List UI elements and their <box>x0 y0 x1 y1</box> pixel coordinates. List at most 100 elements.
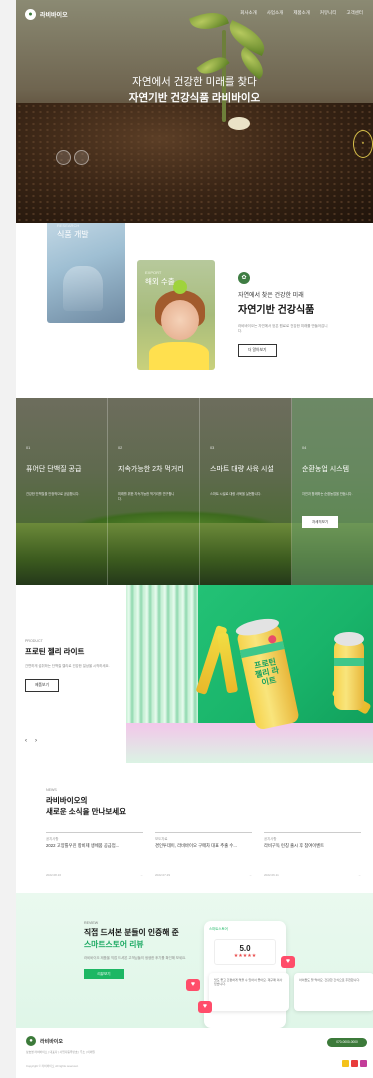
intro-description: 라비바이오는 자연에서 얻은 원료로 건강한 미래를 만들어갑니다. <box>238 324 328 333</box>
intro-subtitle: 자연에서 찾은 건강한 미래 <box>238 293 304 299</box>
footer-logo-text: 라비바이오 <box>40 1038 64 1045</box>
child-shirt <box>149 342 209 370</box>
product-description: 간편하게 섭취하는 단백질 젤리로 건강한 일상을 시작하세요. <box>25 664 110 668</box>
nav-item[interactable]: 사업소개 <box>267 10 284 16</box>
app-title: 스마트스토어 <box>209 927 228 931</box>
news-category: 공지사항 <box>46 837 59 841</box>
hero-slider-controls <box>56 150 89 165</box>
slider-prev-button[interactable] <box>56 150 71 165</box>
news-title: 라비구독 런칭 출시 후 참여이벤트 <box>264 843 325 848</box>
news-heading: NEWS 라비바이오의 새로운 소식을 만나보세요 <box>46 788 126 817</box>
lab-flask-image <box>63 266 103 311</box>
news-date: 2022.06.11 <box>264 873 279 877</box>
column-number: 01 <box>26 446 31 450</box>
news-title-1: 라비바이오의 <box>46 796 88 805</box>
arrow-right-icon: → <box>358 873 361 877</box>
product-label: PRODUCT <box>25 639 43 643</box>
nav-item[interactable]: 회사소개 <box>240 10 257 16</box>
heart-icon: ♥ <box>281 956 295 968</box>
column-description: 미래를 위한 지속가능한 먹거리를 연구합니다. <box>118 492 175 501</box>
youtube-icon[interactable] <box>351 1060 358 1067</box>
review-section: REVIEW 직접 드셔본 분들이 인증해 준 스마트스토어 리뷰 라비바이오 … <box>16 893 373 1028</box>
column-description: 건강한 단백질을 안정적으로 공급합니다. <box>26 492 80 496</box>
intro-section: RESEARCH 식품 개발 EXPORT 해외 수출 ✿ 자연에서 찾은 건강… <box>16 223 373 398</box>
hero-line-1: 자연에서 건강한 미래를 찾다 <box>132 76 257 88</box>
arrow-right-icon: → <box>140 873 143 877</box>
side-stamp-badge: ● <box>353 130 373 158</box>
business-section: 01 퓨어단 단백질 공급 건강한 단백질을 안정적으로 공급합니다. 02 지… <box>16 398 373 585</box>
main-nav: 회사소개 사업소개 제품소개 커뮤니티 고객센터 <box>240 10 363 16</box>
column-title: 스마트 대량 사육 시설 <box>210 466 274 473</box>
hero-section: ● 라비바이오 회사소개 사업소개 제품소개 커뮤니티 고객센터 자연에서 건강… <box>16 0 373 223</box>
product-copy: PRODUCT 프로틴 젤리 라이트 간편하게 섭취하는 단백질 젤리로 건강한… <box>25 639 120 692</box>
news-list: 공지사항 2022 고양틀우진 항비제 생체품 공급업... 2022.08.1… <box>46 832 361 877</box>
prev-arrow-icon[interactable]: ‹ <box>25 738 27 744</box>
review-copy: REVIEW 직접 드셔본 분들이 인증해 준 스마트스토어 리뷰 라비바이오 … <box>84 921 194 980</box>
slider-next-button[interactable] <box>74 150 89 165</box>
column-description: 스마트 시설로 대량 사육을 실현합니다. <box>210 492 262 496</box>
jelly-stick-image <box>216 632 239 694</box>
page: ● 라비바이오 회사소개 사업소개 제품소개 커뮤니티 고객센터 자연에서 건강… <box>0 0 373 1078</box>
heart-icon: ♥ <box>198 1001 212 1013</box>
column-number: 03 <box>210 446 215 450</box>
card-title: 식품 개발 <box>57 230 89 239</box>
business-column[interactable]: 04 순환농업 시스템 자연과 함께하는 순환농업을 만듭니다. 자세히보기 <box>292 398 373 585</box>
copyright: Copyright © 라비바이오 All rights reserved. <box>26 1064 79 1068</box>
column-title: 지속가능한 2차 먹거리 <box>118 466 184 473</box>
product-section: PRODUCT 프로틴 젤리 라이트 간편하게 섭취하는 단백질 젤리로 건강한… <box>16 585 373 763</box>
nav-item[interactable]: 제품소개 <box>293 10 310 16</box>
review-label: REVIEW <box>84 921 99 925</box>
next-arrow-icon[interactable]: › <box>35 738 37 744</box>
instagram-icon[interactable] <box>360 1060 367 1067</box>
social-links <box>342 1060 367 1067</box>
heart-icon: ♥ <box>186 979 200 991</box>
news-category: 공지사항 <box>264 837 277 841</box>
nav-item[interactable]: 커뮤니티 <box>320 10 337 16</box>
logo-icon: ● <box>25 9 36 20</box>
product-can-image <box>334 632 364 710</box>
footer: ● 라비바이오 상호명 라비바이오 | 대표자 | 사업자등록번호 | 주소 |… <box>16 1028 373 1078</box>
leaf-icon: ✿ <box>238 272 250 284</box>
review-title-1: 직접 드셔본 분들이 인증해 준 <box>84 928 179 937</box>
seed-shell <box>228 117 250 130</box>
review-title-2: 스마트스토어 리뷰 <box>84 940 144 949</box>
export-card[interactable]: EXPORT 해외 수출 <box>137 260 215 370</box>
can-lid <box>334 632 364 646</box>
news-item[interactable]: 보도자료 경인투데이, 라비바이오 구매차 대표 추출 수... 2022.07… <box>155 832 252 877</box>
header-logo[interactable]: ● 라비바이오 <box>25 9 68 20</box>
phone-number-button[interactable]: 070-0000-0000 <box>327 1038 367 1047</box>
footer-logo[interactable]: ● 라비바이오 <box>26 1036 63 1046</box>
rating-box: 5.0 ★★★★★ <box>214 939 276 965</box>
view-reviews-button[interactable]: 리뷰보기 <box>84 968 124 979</box>
research-card[interactable]: RESEARCH 식품 개발 <box>47 223 125 323</box>
review-description: 라비바이오 제품을 직접 드셔본 고객님들의 생생한 후기를 확인해 보세요. <box>84 956 187 960</box>
nav-item[interactable]: 고객센터 <box>346 10 363 16</box>
business-column[interactable]: 03 스마트 대량 사육 시설 스마트 시설로 대량 사육을 실현합니다. <box>200 398 292 585</box>
arrow-right-icon: → <box>249 873 252 877</box>
hero-line-2: 자연기반 건강식품 라비바이오 <box>128 92 261 104</box>
logo-icon: ● <box>26 1036 36 1046</box>
business-column[interactable]: 02 지속가능한 2차 먹거리 미래를 위한 지속가능한 먹거리를 연구합니다. <box>108 398 200 585</box>
column-number: 02 <box>118 446 123 450</box>
news-item[interactable]: 공지사항 라비구독 런칭 출시 후 참여이벤트 2022.06.11 → <box>264 832 361 877</box>
news-category: 보도자료 <box>155 837 168 841</box>
review-card: 아이들도 잘 먹어요. 건강한 간식으로 추천합니다. <box>294 973 373 1011</box>
view-product-button[interactable]: 제품보기 <box>25 678 59 692</box>
learn-more-button[interactable]: 더 알아보기 <box>238 344 277 357</box>
child-face <box>161 300 199 340</box>
more-button[interactable]: 자세히보기 <box>302 516 338 528</box>
review-card: 맛도 좋고 간편하게 먹을 수 있어서 좋아요. 재구매 의사 있습니다. <box>209 973 289 1011</box>
product-can-image: 프로틴 젤리 라이트 <box>234 615 300 731</box>
logo-text: 라비바이오 <box>40 13 68 19</box>
business-column[interactable]: 01 퓨어단 단백질 공급 건강한 단백질을 안정적으로 공급합니다. <box>16 398 108 585</box>
kakao-icon[interactable] <box>342 1060 349 1067</box>
card-title: 해외 수출 <box>145 277 175 286</box>
can-band <box>334 658 364 666</box>
news-date: 2022.08.16 <box>46 873 62 877</box>
news-label: NEWS <box>46 788 57 792</box>
rating-score: 5.0 <box>239 944 251 953</box>
column-title: 퓨어단 단백질 공급 <box>26 466 82 473</box>
news-item[interactable]: 공지사항 2022 고양틀우진 항비제 생체품 공급업... 2022.08.1… <box>46 832 143 877</box>
apple-image <box>173 280 187 294</box>
news-date: 2022.07.29 <box>155 873 171 877</box>
